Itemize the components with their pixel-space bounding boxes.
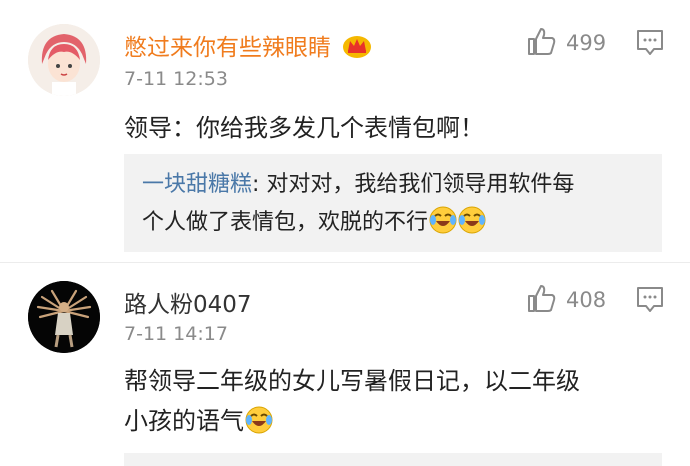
timestamp: 7-11 14:17 bbox=[124, 323, 228, 345]
comment-text: 帮领导二年级的女儿写暑假日记，以二年级 小孩的语气 bbox=[124, 361, 580, 441]
comment-line2: 小孩的语气 bbox=[124, 407, 244, 435]
username[interactable]: 憋过来你有些辣眼睛 bbox=[124, 28, 372, 65]
comment-line1: 帮领导二年级的女儿写暑假日记，以二年级 bbox=[124, 367, 580, 395]
reply-text: 一块甜糖糕: 对对对，我给我们领导用软件每 个人做了表情包，欢脱的不行 bbox=[142, 166, 574, 242]
timestamp: 7-11 12:53 bbox=[124, 68, 228, 90]
reply-line1: 对对对，我给我们领导用软件每 bbox=[259, 172, 575, 197]
comment-text: 领导：你给我多发几个表情包啊！ bbox=[124, 114, 484, 142]
like-count: 499 bbox=[566, 31, 607, 55]
comment-item: 路人粉0407 7-11 14:17 408 帮领导二年级的女儿写暑假日记，以二… bbox=[0, 263, 690, 466]
like-button[interactable]: 499 bbox=[526, 26, 606, 60]
like-button[interactable]: 408 bbox=[526, 283, 606, 317]
laugh-cry-emoji-icon bbox=[245, 406, 273, 434]
like-count: 408 bbox=[566, 288, 607, 312]
comment-item: 憋过来你有些辣眼睛 7-11 12:53 499 领导：你给我多发几个表情包啊！ bbox=[0, 0, 690, 262]
reply-box-partial bbox=[124, 453, 662, 466]
avatar[interactable] bbox=[28, 281, 100, 353]
thumbs-up-icon bbox=[526, 283, 556, 317]
reply-username[interactable]: 一块甜糖糕 bbox=[142, 172, 252, 197]
username[interactable]: 路人粉0407 bbox=[124, 285, 252, 319]
thumbs-up-icon bbox=[526, 26, 556, 60]
avatar[interactable] bbox=[28, 24, 100, 96]
reply-line2: 个人做了表情包，欢脱的不行 bbox=[142, 210, 429, 235]
laugh-cry-emoji-icon bbox=[429, 206, 457, 234]
laugh-cry-emoji-icon bbox=[458, 206, 486, 234]
comment-icon[interactable] bbox=[636, 28, 664, 60]
comment-icon[interactable] bbox=[636, 285, 664, 317]
reply-box[interactable]: 一块甜糖糕: 对对对，我给我们领导用软件每 个人做了表情包，欢脱的不行 bbox=[124, 154, 662, 252]
crown-badge-icon bbox=[342, 33, 372, 65]
